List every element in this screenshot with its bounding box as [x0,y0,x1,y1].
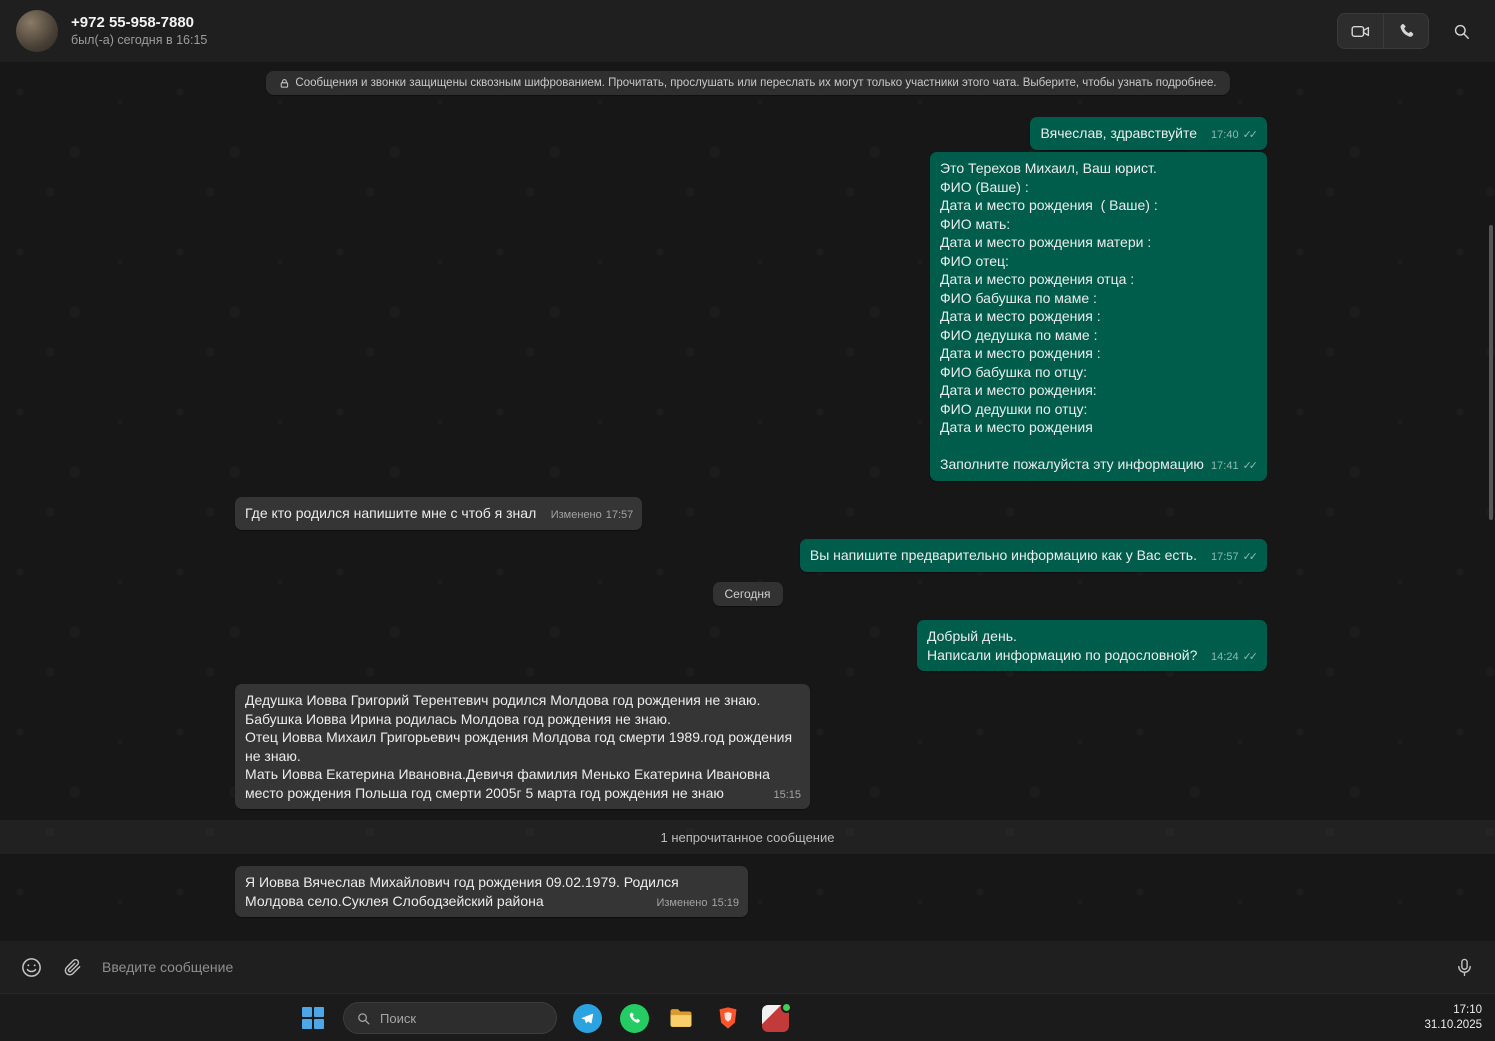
search-icon [1452,22,1471,41]
edited-label: Изменено [656,896,708,909]
brave-shield-icon [715,1005,741,1031]
telegram-icon[interactable] [570,1001,604,1035]
telegram-logo-icon [572,1003,602,1033]
app-logo-icon [761,1001,792,1032]
message-meta: 17:40 ✓✓ [1211,126,1258,145]
phone-icon [1397,22,1416,41]
windows-logo-icon [302,1007,324,1029]
brave-icon[interactable] [711,1001,745,1035]
unread-messages-divider: 1 непрочитанное сообщение [0,820,1495,854]
whatsapp-icon[interactable] [617,1001,651,1035]
voice-call-button[interactable] [1383,14,1428,48]
message-text: Вы напишите предварительно информацию ка… [809,547,1197,563]
taskbar-search[interactable]: Поиск [343,1002,557,1034]
clock-time: 17:10 [1453,1004,1482,1016]
unread-messages-label: 1 непрочитанное сообщение [660,829,835,845]
last-seen-status: был(-а) сегодня в 16:15 [71,33,208,47]
date-divider: Сегодня [712,582,783,606]
contact-info[interactable]: +972 55-958-7880 был(-а) сегодня в 16:15 [71,13,207,49]
read-receipt-icon: ✓✓ [1242,129,1259,141]
call-button-group [1337,13,1429,49]
message-text: Это Терехов Михаил, Ваш юрист. ФИО (Ваше… [940,160,1204,472]
search-icon [356,1011,371,1026]
encryption-notice-text: Сообщения и звонки защищены сквозным шиф… [295,77,1217,89]
conversation-panel: Сообщения и звонки защищены сквозным шиф… [0,62,1495,941]
message-meta: 17:57 ✓✓ [1211,548,1258,567]
message-outgoing[interactable]: Это Терехов Михаил, Ваш юрист. ФИО (Ваше… [930,152,1267,481]
message-outgoing[interactable]: Вячеслав, здравствуйте 17:40 ✓✓ [1030,117,1267,150]
app-icon-with-badge[interactable] [758,1001,792,1035]
emoji-picker-button[interactable] [20,956,43,979]
message-time: 17:41 [1211,460,1239,472]
taskbar-center: Поиск [296,994,792,1041]
taskbar-search-label: Поиск [380,1010,417,1026]
message-incoming[interactable]: Где кто родился напишите мне с чтоб я зн… [235,497,643,530]
attach-file-button[interactable] [62,957,83,978]
contact-name: +972 55-958-7880 [71,14,195,31]
header-actions [1337,13,1479,49]
video-camera-icon [1350,21,1371,42]
chat-header: +972 55-958-7880 был(-а) сегодня в 16:15 [0,0,1495,62]
message-time: 17:40 [1211,129,1239,141]
encryption-notice[interactable]: Сообщения и звонки защищены сквозным шиф… [265,71,1230,95]
message-meta: 15:15 [773,786,801,805]
message-incoming[interactable]: Дедушка Иовва Григорий Терентевич родилс… [235,684,810,809]
taskbar-clock[interactable]: 17:10 31.10.2025 [1424,994,1482,1041]
message-meta: Изменено 15:19 [656,894,739,913]
read-receipt-icon: ✓✓ [1242,551,1259,563]
folder-icon [667,1004,695,1032]
lock-icon [278,78,289,89]
whatsapp-window: +972 55-958-7880 был(-а) сегодня в 16:15 [0,0,1495,1041]
message-meta: 17:41 ✓✓ [1211,457,1258,476]
video-call-button[interactable] [1338,14,1383,48]
message-meta: Изменено 17:57 [551,506,634,525]
message-time: 17:57 [1211,551,1239,563]
clock-date: 31.10.2025 [1424,1019,1482,1031]
windows-taskbar: Поиск 17:10 31.10.2025 [0,993,1495,1041]
message-meta: 14:24 ✓✓ [1211,648,1258,667]
whatsapp-logo-icon [619,1003,649,1033]
message-time: 14:24 [1211,650,1239,663]
contact-avatar[interactable] [16,10,58,52]
chat-scrollbar[interactable] [1489,225,1493,520]
message-input[interactable] [102,959,1435,975]
message-outgoing[interactable]: Добрый день. Написали информацию по родо… [917,620,1267,671]
read-receipt-icon: ✓✓ [1242,650,1259,663]
file-explorer-icon[interactable] [664,1001,698,1035]
message-composer [0,941,1495,993]
start-button[interactable] [296,1001,330,1035]
message-outgoing[interactable]: Вы напишите предварительно информацию ка… [799,539,1267,572]
message-time: 15:15 [773,788,801,801]
message-time: 17:57 [605,509,634,521]
read-receipt-icon: ✓✓ [1242,460,1259,472]
voice-message-button[interactable] [1454,957,1475,978]
message-time: 15:19 [711,896,739,909]
edited-label: Изменено [550,509,602,521]
search-in-chat-button[interactable] [1443,14,1479,48]
message-text: Добрый день. Написали информацию по родо… [927,628,1198,663]
message-text: Дедушка Иовва Григорий Терентевич родилс… [245,692,793,801]
message-incoming[interactable]: Я Иовва Вячеслав Михайлович год рождения… [235,866,748,917]
notification-badge [780,1001,792,1013]
